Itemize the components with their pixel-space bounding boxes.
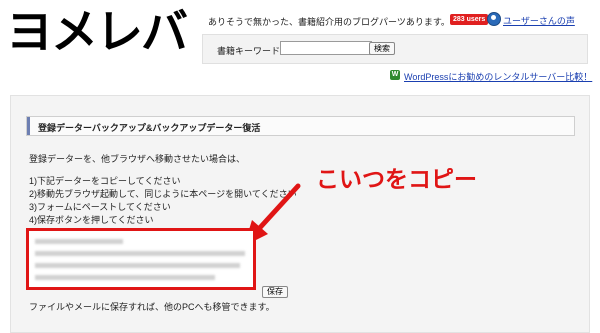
save-button[interactable]: 保存 [262, 286, 288, 298]
user-voice-link[interactable]: ユーザーさんの声 [503, 14, 575, 27]
site-tagline: ありそうで無かった、書籍紹介用のブログパーツあります。 [208, 17, 450, 27]
backup-data-textarea[interactable] [26, 228, 256, 290]
section-title: 登録データーバックアップ&バックアップデーター復活 [38, 123, 261, 133]
step-3: 3)フォームにペーストしてください [29, 202, 171, 212]
search-input[interactable] [280, 41, 372, 55]
search-panel: 書籍キーワード: 検索 [202, 34, 588, 64]
blurred-data-line [35, 275, 215, 280]
section-header: 登録データーバックアップ&バックアップデーター復活 [26, 116, 575, 136]
step-4: 4)保存ボタンを押してください [29, 215, 154, 225]
blurred-data-line [35, 239, 123, 244]
search-button[interactable]: 検索 [369, 42, 395, 55]
search-label: 書籍キーワード: [217, 46, 283, 56]
blurred-data-line [35, 263, 240, 268]
users-count-badge[interactable]: 283 users [450, 14, 489, 25]
footer-note: ファイルやメールに保存すれば、他のPCへも移管できます。 [29, 302, 275, 312]
wordpress-icon: W [390, 70, 400, 80]
step-1: 1)下記データーをコピーしてください [29, 176, 181, 186]
copy-annotation: こいつをコピー [316, 167, 477, 193]
rental-server-link[interactable]: WordPressにお勧めのレンタルサーバー比較！ [404, 70, 592, 83]
blurred-data-line [35, 251, 245, 256]
user-bubble-icon [487, 12, 501, 26]
site-logo[interactable]: ヨメレバ [6, 6, 188, 60]
intro-text: 登録データーを、他ブラウザへ移動させたい場合は、 [29, 154, 246, 164]
